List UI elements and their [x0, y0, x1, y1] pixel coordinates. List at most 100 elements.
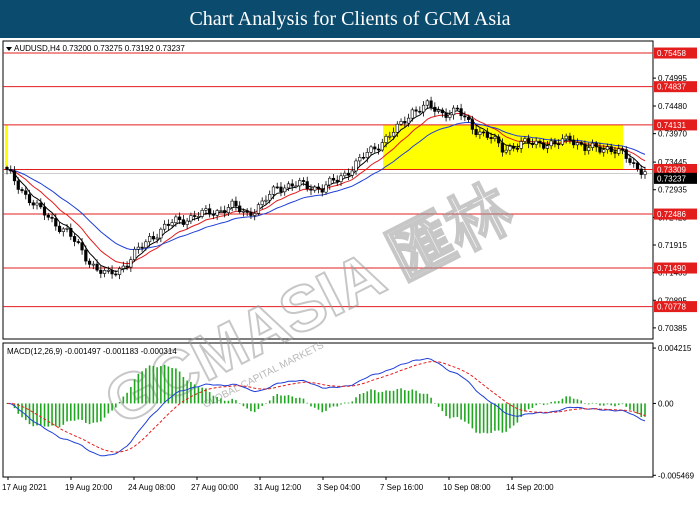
macd-histogram-bar	[145, 368, 147, 404]
macd-histogram-bar	[223, 400, 226, 404]
x-tick-label: 31 Aug 12:00	[254, 483, 302, 492]
macd-histogram-bar	[614, 403, 616, 407]
candle	[448, 110, 452, 121]
candle	[39, 198, 43, 210]
macd-histogram-bar	[587, 403, 590, 405]
candle-body	[482, 131, 486, 134]
macd-histogram-bar	[51, 403, 53, 426]
macd-histogram-bar	[178, 371, 181, 404]
candle-body	[594, 142, 598, 148]
macd-histogram-bar	[467, 403, 470, 424]
candle	[313, 185, 317, 193]
macd-histogram-bar	[373, 390, 376, 404]
candle-body	[290, 183, 294, 187]
macd-histogram-bar	[250, 403, 252, 412]
candle-body	[617, 148, 621, 154]
candle-body	[440, 109, 444, 114]
macd-histogram-bar	[419, 393, 421, 404]
level-labels-layer: 0.754580.748370.741310.733090.724860.714…	[654, 47, 697, 313]
macd-histogram-bar	[332, 403, 335, 407]
candle-body	[65, 228, 69, 230]
candle-body	[373, 146, 377, 150]
macd-histogram-bar	[54, 403, 57, 427]
watermark-text: GCMASIA 匯林	[94, 172, 524, 438]
level-label: 0.74131	[657, 121, 686, 130]
candle	[361, 152, 366, 160]
macd-histogram-bar	[475, 403, 477, 433]
candle-body	[335, 179, 339, 182]
candle	[354, 158, 358, 175]
candle-body	[542, 142, 546, 149]
macd-histogram-bar	[302, 398, 305, 404]
candle	[632, 158, 636, 168]
candle-body	[418, 110, 422, 113]
candle-body	[24, 190, 28, 195]
candle-body	[538, 140, 542, 144]
macd-histogram-bar	[569, 396, 571, 404]
candle	[215, 208, 219, 220]
macd-histogram-bar	[400, 388, 402, 404]
macd-histogram-bar	[257, 403, 260, 410]
candle-body	[628, 158, 632, 163]
macd-histogram-bar	[340, 403, 342, 405]
watermark-layer: GCMASIA 匯林 GLOBAL CAPITAL MARKETS	[93, 171, 525, 439]
candle-body	[196, 216, 201, 218]
candle-body	[20, 189, 24, 192]
macd-histogram-bar	[644, 403, 646, 417]
candle	[76, 238, 80, 245]
candle-body	[125, 265, 129, 268]
candle	[57, 222, 62, 234]
current-price-label: 0.73237	[657, 174, 686, 183]
candle-body	[504, 149, 508, 153]
macd-histogram-bar	[197, 387, 200, 404]
macd-histogram-bar	[381, 391, 384, 404]
y-tick-label: 0.73970	[658, 130, 687, 139]
candle-body	[530, 143, 535, 145]
macd-histogram-bar	[28, 403, 31, 425]
candle-body	[549, 140, 553, 147]
macd-histogram-bar	[276, 394, 279, 404]
chart-header-title: Chart Analysis for Clients of GCM Asia	[0, 0, 700, 38]
candle-body	[598, 146, 602, 153]
candle-body	[361, 156, 366, 159]
candle-body	[358, 156, 362, 162]
candle	[451, 105, 456, 120]
candle-body	[575, 142, 580, 146]
macd-histogram-bar	[389, 390, 391, 404]
macd-histogram-bar	[216, 396, 218, 404]
candle	[624, 146, 628, 163]
candle-body	[429, 100, 433, 108]
macd-histogram-bar	[464, 403, 466, 422]
macd-histogram-bar	[186, 380, 188, 404]
macd-histogram-bar	[554, 401, 556, 404]
candle-body	[369, 146, 373, 153]
candle	[238, 201, 242, 214]
candle-body	[320, 188, 324, 193]
macd-histogram-bar	[325, 403, 327, 411]
candle-body	[245, 210, 249, 213]
macd-histogram-bar	[212, 395, 215, 404]
macd-histogram-bar	[208, 392, 211, 404]
macd-histogram-bar	[531, 403, 534, 408]
candle-body	[87, 260, 92, 265]
macd-histogram-bar	[358, 394, 361, 404]
candle-body	[185, 220, 189, 225]
candle-body	[470, 119, 474, 130]
candle-body	[294, 185, 298, 188]
macd-histogram-bar	[527, 403, 530, 410]
level-label: 0.72486	[657, 210, 686, 219]
chart-svg: GCMASIA 匯林 GLOBAL CAPITAL MARKETS 0.7499…	[2, 40, 697, 492]
dropdown-triangle-icon	[6, 47, 12, 51]
candle	[35, 200, 39, 210]
level-label: 0.71490	[657, 264, 686, 273]
candle-body	[260, 200, 264, 205]
candle	[185, 217, 189, 230]
candle-body	[643, 171, 647, 175]
candle	[117, 266, 122, 280]
candle-body	[395, 123, 399, 133]
candle-body	[391, 131, 396, 137]
macd-histogram-bar	[62, 403, 65, 425]
candle-body	[226, 207, 231, 213]
candle-body	[436, 109, 441, 112]
x-tick-label: 24 Aug 08:00	[128, 483, 176, 492]
